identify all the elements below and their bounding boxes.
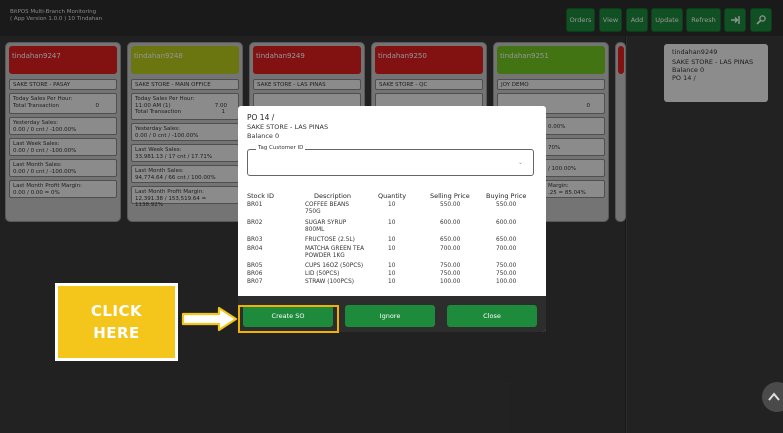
chevron-up-icon: [768, 392, 780, 401]
row-quantity: 10: [388, 246, 396, 252]
row-buying-price: 600.00: [496, 220, 517, 226]
row-stock-id: BR01: [247, 202, 263, 208]
row-quantity: 10: [388, 279, 396, 285]
row-stock-id: BR04: [247, 246, 263, 252]
row-description: SUGAR SYRUP 800ML: [305, 220, 347, 233]
ignore-button[interactable]: Ignore: [345, 305, 435, 327]
row-description: COFFEE BEANS 750G: [305, 202, 350, 215]
click-here-callout: CLICK HERE: [55, 283, 178, 361]
dialog-store: SAKE STORE - LAS PINAS: [247, 123, 329, 131]
row-selling-price: 600.00: [440, 220, 461, 226]
row-selling-price: 700.00: [440, 246, 461, 252]
row-buying-price: 750.00: [496, 263, 517, 269]
close-button[interactable]: Close: [447, 305, 537, 327]
col-description: Description: [314, 192, 352, 200]
row-selling-price: 650.00: [440, 237, 461, 243]
row-quantity: 10: [388, 263, 396, 269]
dialog-title: PO 14 /: [247, 113, 275, 122]
row-description: MATCHA GREEN TEA POWDER 1KG: [305, 246, 365, 259]
row-description: FRUCTOSE (2.5L): [305, 237, 355, 243]
row-stock-id: BR06: [247, 271, 263, 277]
col-stock-id: Stock ID: [247, 192, 274, 200]
row-description: CUPS 16OZ (50PCS): [305, 263, 364, 269]
row-stock-id: BR07: [247, 279, 263, 285]
po-dialog: PO 14 / SAKE STORE - LAS PINAS Balance 0…: [238, 106, 546, 332]
row-selling-price: 750.00: [440, 263, 461, 269]
row-buying-price: 750.00: [496, 271, 517, 277]
row-buying-price: 700.00: [496, 246, 517, 252]
arrow-right-icon: [181, 306, 238, 332]
create-so-highlight: [238, 305, 339, 333]
row-stock-id: BR02: [247, 220, 263, 226]
callout-line1: CLICK: [90, 302, 143, 320]
col-selling-price: Selling Price: [430, 192, 470, 200]
row-quantity: 10: [388, 271, 396, 277]
col-quantity: Quantity: [378, 192, 407, 200]
row-selling-price: 100.00: [440, 279, 461, 285]
row-buying-price: 650.00: [496, 237, 517, 243]
row-stock-id: BR05: [247, 263, 263, 269]
dropdown-caret-icon: ⌄: [517, 159, 523, 166]
row-buying-price: 550.00: [496, 202, 517, 208]
row-description: STRAW (100PCS): [305, 279, 355, 285]
dialog-balance: Balance 0: [247, 132, 280, 140]
row-quantity: 10: [388, 202, 396, 208]
row-selling-price: 750.00: [440, 271, 461, 277]
col-buying-price: Buying Price: [486, 192, 527, 200]
row-stock-id: BR03: [247, 237, 263, 243]
dialog-store-info: SAKE STORE - LAS PINAS Balance 0: [247, 123, 328, 141]
row-description: LID (50PCS): [305, 271, 340, 277]
row-selling-price: 550.00: [440, 202, 461, 208]
row-buying-price: 100.00: [496, 279, 517, 285]
tag-customer-select[interactable]: Tag Customer ID ⌄: [247, 145, 534, 176]
row-quantity: 10: [388, 237, 396, 243]
row-quantity: 10: [388, 220, 396, 226]
tag-customer-label: Tag Customer ID: [256, 145, 306, 151]
callout-line2: HERE: [93, 324, 140, 342]
